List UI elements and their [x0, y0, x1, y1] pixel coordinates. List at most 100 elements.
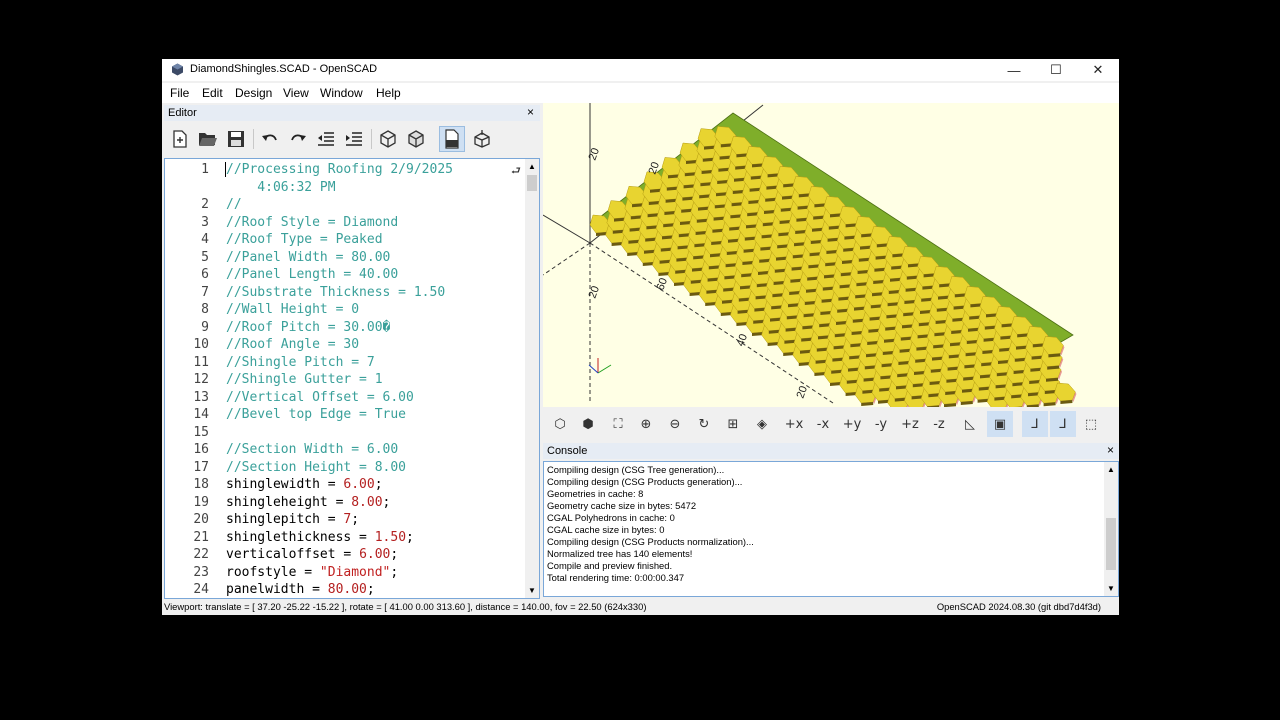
openscad-app-icon: [172, 63, 183, 76]
render-icon[interactable]: [403, 126, 429, 152]
code-line: //: [226, 196, 242, 214]
code-token: 80.00: [327, 582, 367, 597]
close-window-button[interactable]: ✕: [1077, 59, 1119, 81]
line-number: 3: [201, 214, 209, 230]
line-number: 13: [193, 389, 209, 405]
axis-label: 40: [735, 332, 750, 348]
indent-icon[interactable]: [341, 126, 367, 152]
line-number: 11: [193, 354, 209, 370]
view-top-icon[interactable]: +z: [897, 411, 923, 437]
line-number: 22: [193, 547, 209, 562]
console-scroll-thumb[interactable]: [1106, 518, 1116, 570]
code-token: ;: [382, 494, 391, 510]
menu-view[interactable]: View: [283, 86, 309, 100]
console-output[interactable]: Compiling design (CSG Tree generation)..…: [543, 461, 1119, 597]
code-line: 4:06:32 PM: [226, 179, 335, 197]
show-edges-icon[interactable]: ⬚: [1078, 411, 1104, 437]
scroll-up-icon[interactable]: ▲: [1107, 465, 1115, 474]
zoom-out-icon[interactable]: ⊖: [662, 411, 688, 437]
editor-title: Editor: [168, 107, 197, 119]
scroll-down-icon[interactable]: ▼: [528, 586, 536, 595]
menu-file[interactable]: File: [170, 86, 189, 100]
save-icon[interactable]: [223, 126, 249, 152]
line-number: 21: [193, 529, 209, 545]
open-file-icon[interactable]: [195, 126, 221, 152]
scroll-up-icon[interactable]: ▲: [528, 162, 536, 171]
console-title: Console: [547, 445, 588, 457]
code-editor[interactable]: 1 2 3 4 5 6 7 8 9 10 11 12 13 14 15 16 17 18 19 20 21 22 23 24 …: [164, 158, 540, 599]
code-line: verticaloffset = 6.00;: [226, 546, 398, 564]
menu-design[interactable]: Design: [235, 86, 272, 100]
editor-panel: Editor × 1 2 3 4 5 6 7 8 9 10 11 12 13 1…: [164, 105, 540, 599]
menu-edit[interactable]: Edit: [202, 86, 223, 100]
reset-view-icon[interactable]: ↻: [691, 411, 717, 437]
code-line: //Shingle Pitch = 7: [226, 354, 375, 372]
view-bottom-icon[interactable]: -z: [926, 411, 952, 437]
code-token: panelwidth =: [226, 582, 328, 597]
line-number: 4: [201, 232, 209, 247]
view-front-icon[interactable]: +y: [839, 411, 865, 437]
console-close-button[interactable]: ×: [1107, 443, 1114, 457]
status-bar: Viewport: translate = [ 37.20 -25.22 -15…: [162, 599, 1119, 615]
menu-window[interactable]: Window: [320, 86, 363, 100]
console-scrollbar[interactable]: ▲ ▼: [1104, 462, 1118, 596]
code-token: //Roof Type = Peaked: [226, 232, 383, 247]
menu-help[interactable]: Help: [376, 86, 401, 100]
code-token: //Section Height = 8.00: [226, 459, 407, 475]
line-number: 15: [193, 424, 209, 440]
code-line: //Roof Angle = 30: [226, 336, 359, 354]
code-token: ;: [374, 477, 383, 492]
perspective-icon[interactable]: ◺: [957, 411, 983, 437]
line-number: 14: [193, 407, 209, 422]
console-line: Compiling design (CSG Products normaliza…: [547, 536, 754, 547]
editor-close-button[interactable]: ×: [527, 105, 534, 119]
console-line: Compiling design (CSG Products generatio…: [547, 476, 743, 487]
editor-scroll-thumb[interactable]: [527, 175, 537, 191]
view-center-icon[interactable]: ⊞: [720, 411, 746, 437]
view-diagonal-icon[interactable]: ◈: [749, 411, 775, 437]
preview-icon[interactable]: ⬡: [547, 411, 573, 437]
line-wrap-icon: ⮐: [511, 165, 521, 177]
console-line: CGAL Polyhedrons in cache: 0: [547, 512, 675, 523]
axis-label: 60: [655, 276, 670, 292]
unindent-icon[interactable]: [313, 126, 339, 152]
view-left-icon[interactable]: -x: [810, 411, 836, 437]
render-icon[interactable]: ⬢: [575, 411, 601, 437]
view-back-icon[interactable]: -y: [868, 411, 894, 437]
version-status: OpenSCAD 2024.08.30 (git dbd7d4f3d): [936, 601, 1101, 612]
code-token: 8.00: [351, 494, 383, 510]
console-line: Normalized tree has 140 elements!: [547, 548, 693, 559]
axis-label: 20: [587, 284, 602, 300]
send-to-print-icon[interactable]: [469, 126, 495, 152]
view-right-icon[interactable]: +x: [781, 411, 807, 437]
line-number: 24: [193, 582, 209, 597]
zoom-in-icon[interactable]: ⊕: [633, 411, 659, 437]
new-file-icon[interactable]: [167, 126, 193, 152]
view-all-icon[interactable]: ⛶: [605, 411, 631, 437]
3d-viewport[interactable]: 20 20 20 40 60 20: [543, 103, 1119, 407]
code-token: ;: [390, 547, 399, 562]
code-token: ;: [406, 529, 414, 545]
line-number: 18: [193, 477, 209, 492]
orthogonal-icon[interactable]: ▣: [987, 411, 1013, 437]
undo-icon[interactable]: [257, 126, 283, 152]
show-axes-icon[interactable]: ⅃: [1022, 411, 1048, 437]
code-token: //Vertical Offset = 6.00: [226, 389, 414, 405]
code-token: //Substrate Thickness = 1.50: [226, 284, 446, 300]
code-line: //Roof Pitch = 30.00�: [226, 319, 390, 337]
editor-toolbar: [164, 123, 540, 155]
console-line: Compiling design (CSG Tree generation)..…: [547, 464, 725, 475]
maximize-button[interactable]: ☐: [1035, 59, 1077, 81]
editor-header: Editor ×: [164, 105, 540, 121]
text-caret: [225, 162, 226, 177]
preview-icon[interactable]: [375, 126, 401, 152]
code-token: //Wall Height = 0: [226, 302, 360, 317]
export-stl-icon[interactable]: [439, 126, 465, 152]
redo-icon[interactable]: [285, 126, 311, 152]
scroll-down-icon[interactable]: ▼: [1107, 584, 1115, 593]
shingle-roof-model[interactable]: 202020406020: [543, 103, 1119, 407]
minimize-button[interactable]: —: [993, 59, 1035, 81]
editor-scrollbar[interactable]: ▲ ▼: [525, 159, 539, 598]
show-scale-icon[interactable]: ⅃: [1050, 411, 1076, 437]
line-number: 20: [193, 512, 209, 527]
